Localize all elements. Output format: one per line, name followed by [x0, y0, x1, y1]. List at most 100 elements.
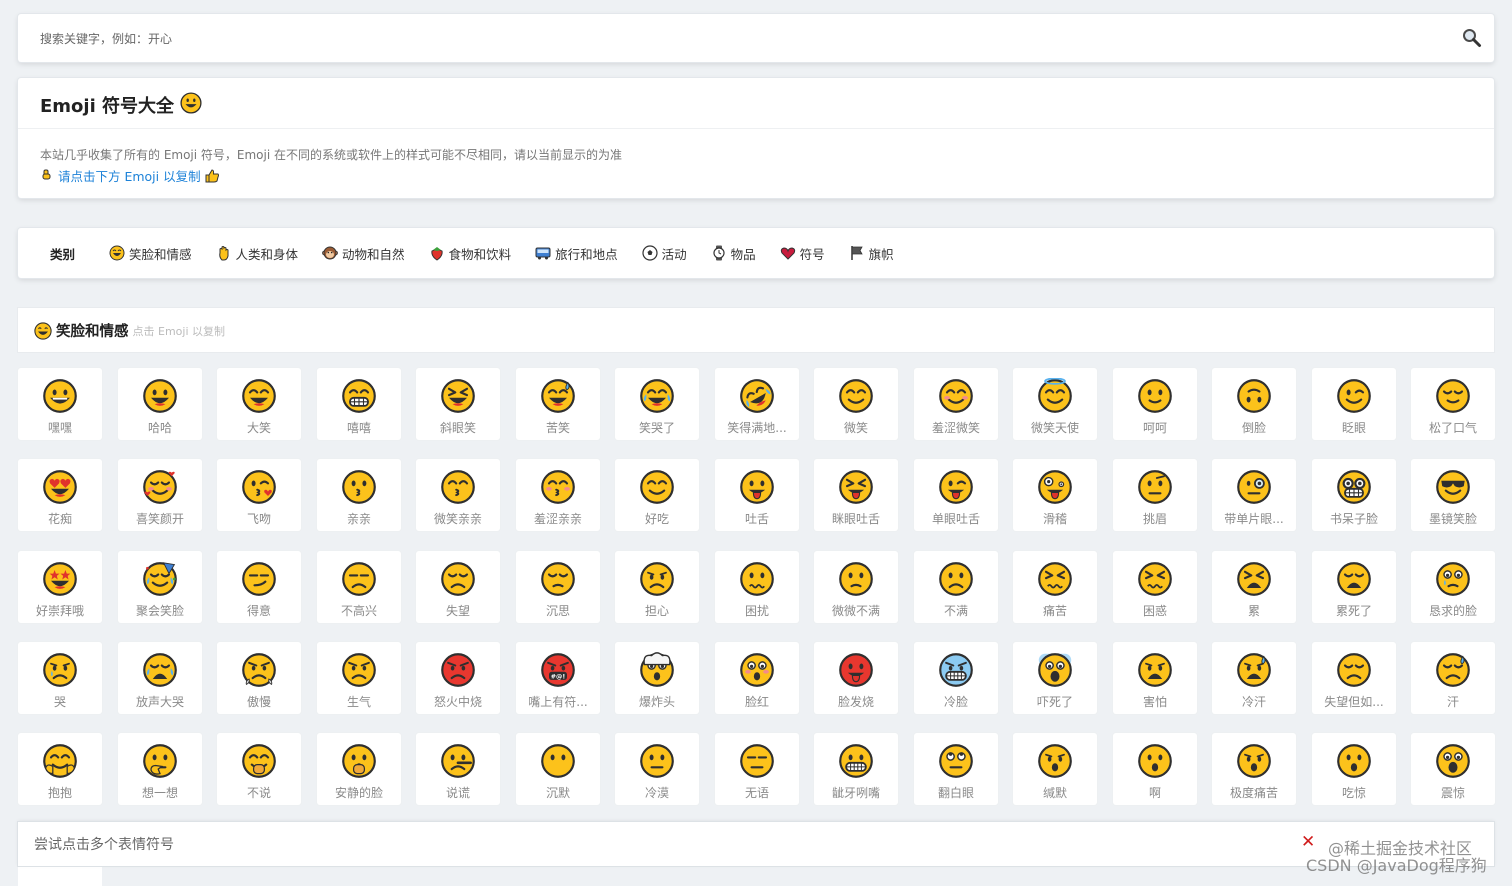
emoji-tile[interactable]: 极度痛苦 — [1212, 733, 1296, 805]
emoji-tile[interactable]: 松了口气 — [1411, 368, 1495, 440]
emoji-tile[interactable]: 翻白眼 — [914, 733, 998, 805]
copy-input[interactable] — [32, 832, 1286, 858]
emoji-tile[interactable]: 羞涩亲亲 — [516, 459, 600, 531]
emoji-tile[interactable]: 喜笑颜开 — [118, 459, 202, 531]
emoji-tile[interactable]: 累 — [1212, 551, 1296, 623]
emoji-tile[interactable]: 滑稽 — [1013, 459, 1097, 531]
emoji-tile[interactable]: 单眼吐舌 — [914, 459, 998, 531]
emoji-label: 汗 — [1446, 695, 1459, 709]
emoji-tile[interactable]: 不满 — [914, 551, 998, 623]
emoji-tile[interactable]: 困扰 — [715, 551, 799, 623]
emoji-tile[interactable]: 笑得满地... — [715, 368, 799, 440]
emoji-tile[interactable]: 震惊 — [1411, 733, 1495, 805]
emoji-tile[interactable]: 得意 — [217, 551, 301, 623]
category-people[interactable]: 人类和身体 — [216, 244, 298, 263]
emoji-tile[interactable]: 缄默 — [1013, 733, 1097, 805]
emoji-tile[interactable]: 冷汗 — [1212, 642, 1296, 714]
upside-face-icon — [1237, 379, 1271, 413]
emoji-tile[interactable]: 吓死了 — [1013, 642, 1097, 714]
wink-face-icon — [1337, 379, 1371, 413]
emoji-tile[interactable]: 傲慢 — [217, 642, 301, 714]
emoji-tile[interactable]: 花痴 — [18, 459, 102, 531]
emoji-tile[interactable]: 放声大哭 — [118, 642, 202, 714]
emoji-tile[interactable]: 斜眼笑 — [416, 368, 500, 440]
emoji-tile[interactable]: 恳求的脸 — [1411, 551, 1495, 623]
emoji-tile[interactable]: 不说 — [217, 733, 301, 805]
emoji-tile[interactable]: 安静的脸 — [317, 733, 401, 805]
shush-face-icon — [342, 744, 376, 778]
emoji-tile[interactable]: 眯眼吐舌 — [814, 459, 898, 531]
emoji-label: 呵呵 — [1142, 421, 1167, 435]
emoji-tile[interactable]: 微微不满 — [814, 551, 898, 623]
emoji-tile[interactable]: 想一想 — [118, 733, 202, 805]
emoji-tile[interactable]: 聚会笑脸 — [118, 551, 202, 623]
emoji-tile[interactable]: 好崇拜哦 — [18, 551, 102, 623]
emoji-tile[interactable]: 失望 — [416, 551, 500, 623]
emoji-tile[interactable]: 笑哭了 — [615, 368, 699, 440]
emoji-tile[interactable]: 累死了 — [1312, 551, 1396, 623]
search-icon[interactable] — [1462, 28, 1482, 48]
emoji-tile[interactable]: #@! 嘴上有符... — [516, 642, 600, 714]
emoji-tile[interactable]: 亲亲 — [317, 459, 401, 531]
emoji-tile[interactable]: 吃惊 — [1312, 733, 1396, 805]
emoji-tile[interactable]: 微笑亲亲 — [416, 459, 500, 531]
category-food[interactable]: 食物和饮料 — [429, 244, 511, 263]
search-input[interactable] — [38, 28, 1442, 50]
emoji-tile[interactable]: 抱抱 — [18, 733, 102, 805]
emoji-tile[interactable]: 困惑 — [1113, 551, 1197, 623]
emoji-tile[interactable]: 说谎 — [416, 733, 500, 805]
emoji-tile[interactable]: 大笑 — [217, 368, 301, 440]
emoji-label: 羞涩微笑 — [931, 421, 980, 435]
kisssmile-face-icon — [441, 470, 475, 504]
emoji-tile[interactable]: 羞涩微笑 — [914, 368, 998, 440]
category-smileys[interactable]: 笑脸和情感 — [109, 244, 192, 263]
emoji-tile[interactable]: 微笑天使 — [1013, 368, 1097, 440]
emoji-tile[interactable]: 龇牙咧嘴 — [814, 733, 898, 805]
emoji-tile[interactable]: 脸发烧 — [814, 642, 898, 714]
emoji-tile[interactable]: 呵呵 — [1113, 368, 1197, 440]
emoji-tile[interactable]: 沉思 — [516, 551, 600, 623]
emoji-tile[interactable]: 飞吻 — [217, 459, 301, 531]
emoji-tile[interactable]: 眨眼 — [1312, 368, 1396, 440]
emoji-tile[interactable]: 苦笑 — [516, 368, 600, 440]
emoji-tile[interactable]: 嘿嘿 — [18, 368, 102, 440]
frown-face-icon — [939, 562, 973, 596]
emoji-tile[interactable]: 失望但如... — [1312, 642, 1396, 714]
emoji-tile[interactable]: 不高兴 — [317, 551, 401, 623]
emoji-tile[interactable]: 沉默 — [516, 733, 600, 805]
emoji-tile[interactable]: 冷脸 — [914, 642, 998, 714]
copy-hint: 请点击下方 Emoji 以复制 — [40, 166, 220, 186]
emoji-tile[interactable]: 嘻嘻 — [317, 368, 401, 440]
category-flags[interactable]: 旗帜 — [849, 244, 894, 263]
emoji-tile[interactable]: 倒脸 — [1212, 368, 1296, 440]
emoji-tile[interactable]: 哭 — [18, 642, 102, 714]
clear-icon[interactable]: ✕ — [1301, 832, 1315, 852]
emoji-tile[interactable]: 好吃 — [615, 459, 699, 531]
category-activities[interactable]: 活动 — [641, 244, 687, 263]
emoji-tile[interactable]: 冷漠 — [615, 733, 699, 805]
emoji-tile[interactable]: 啊 — [1113, 733, 1197, 805]
category-travel[interactable]: 旅行和地点 — [535, 244, 618, 263]
emoji-tile[interactable]: 害怕 — [1113, 642, 1197, 714]
emoji-tile[interactable]: 生气 — [317, 642, 401, 714]
category-animals[interactable]: 动物和自然 — [322, 244, 405, 263]
category-objects[interactable]: 物品 — [711, 244, 756, 263]
emoji-tile[interactable]: 挑眉 — [1113, 459, 1197, 531]
emoji-tile[interactable]: 带单片眼... — [1212, 459, 1296, 531]
emoji-tile[interactable]: 吐舌 — [715, 459, 799, 531]
page-title: Emoji 符号大全 — [40, 96, 175, 117]
emoji-tile[interactable]: 墨镜笑脸 — [1411, 459, 1495, 531]
emoji-tile[interactable]: 担心 — [615, 551, 699, 623]
emoji-tile[interactable]: 无语 — [715, 733, 799, 805]
emoji-tile[interactable]: 哈哈 — [118, 368, 202, 440]
emoji-tile[interactable]: 微笑 — [814, 368, 898, 440]
emoji-tile[interactable]: 汗 — [1411, 642, 1495, 714]
emoji-tile[interactable]: 书呆子脸 — [1312, 459, 1396, 531]
emoji-label: 滑稽 — [1042, 512, 1067, 526]
emoji-tile[interactable]: 爆炸头 — [615, 642, 699, 714]
category-symbols[interactable]: 符号 — [780, 244, 825, 263]
emoji-tile[interactable]: 怒火中烧 — [416, 642, 500, 714]
emoji-tile[interactable]: 痛苦 — [1013, 551, 1097, 623]
copy-input-bar: ✕ — [18, 822, 1494, 866]
emoji-tile[interactable]: 脸红 — [715, 642, 799, 714]
